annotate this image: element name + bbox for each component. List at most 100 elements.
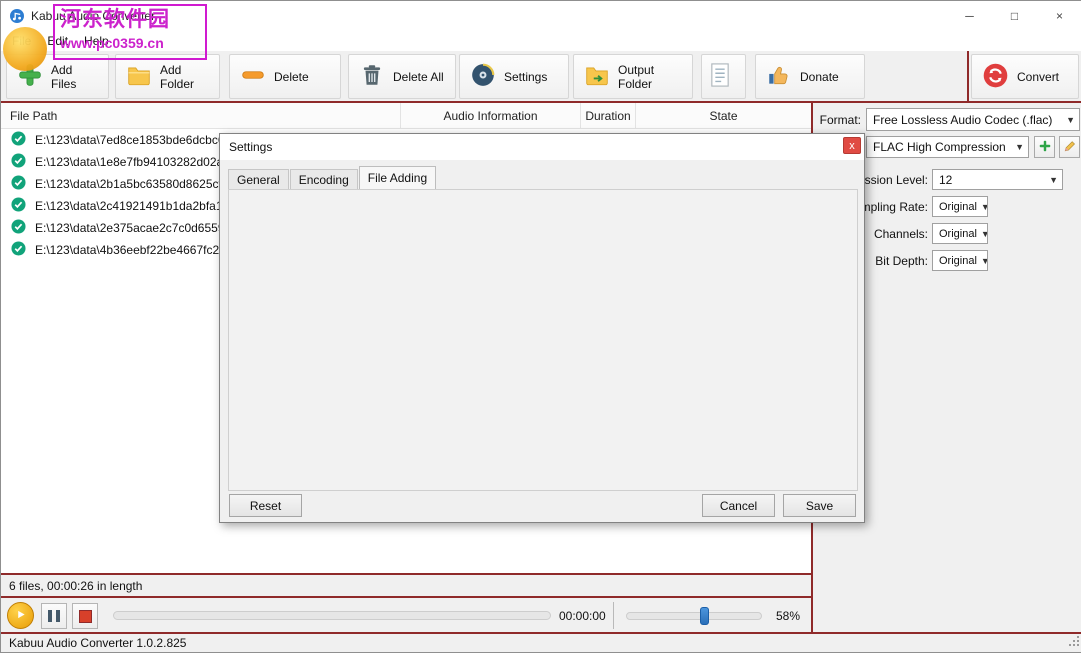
sampling-rate-select[interactable]: Original▼ [932, 196, 988, 217]
add-files-label: Add Files [51, 63, 98, 91]
blank-toolbar-button[interactable] [701, 54, 746, 99]
compression-level-select[interactable]: 12 ▼ [932, 169, 1063, 190]
menu-file[interactable]: File [4, 31, 39, 51]
column-header-file-path[interactable]: File Path [1, 103, 401, 128]
add-files-button[interactable]: Add Files [6, 54, 109, 99]
app-icon [9, 8, 25, 24]
reset-button[interactable]: Reset [229, 494, 302, 517]
file-list-summary: 6 files, 00:00:26 in length [1, 573, 811, 596]
output-folder-label: Output Folder [618, 63, 682, 91]
minimize-button[interactable]: ─ [947, 1, 992, 31]
output-folder-button[interactable]: Output Folder [573, 54, 693, 99]
file-status-ok-icon [11, 197, 26, 215]
seek-slider[interactable] [113, 611, 551, 620]
toolbar-divider [967, 51, 969, 101]
format-value: Free Lossless Audio Codec (.flac) [873, 113, 1052, 127]
cancel-button[interactable]: Cancel [702, 494, 775, 517]
title-bar: Kabuu Audio Converter ─ □ × [1, 1, 1081, 31]
format-select[interactable]: Free Lossless Audio Codec (.flac) ▼ [866, 108, 1080, 131]
resize-grip-icon[interactable] [1068, 635, 1080, 650]
playback-time: 00:00:00 [559, 609, 606, 623]
convert-icon [982, 62, 1009, 92]
donate-label: Donate [800, 70, 839, 84]
delete-button[interactable]: Delete [229, 54, 341, 99]
preset-select[interactable]: FLAC High Compression ▼ [866, 136, 1029, 158]
column-header-state[interactable]: State [636, 103, 811, 128]
file-list-header: File Path Audio Information Duration Sta… [1, 103, 811, 129]
file-path: E:\123\data\4b36eebf22be4667fc2f15 [35, 243, 236, 257]
status-bar: Kabuu Audio Converter 1.0.2.825 [1, 632, 1081, 652]
file-status-ok-icon [11, 241, 26, 259]
chevron-down-icon: ▼ [1049, 175, 1058, 185]
settings-tabs: General Encoding File Adding [228, 169, 437, 189]
file-path: E:\123\data\7ed8ce1853bde6dcbc6f7 [35, 133, 235, 147]
chevron-down-icon: ▼ [1015, 142, 1024, 152]
donate-icon [766, 62, 792, 91]
stop-button[interactable] [72, 603, 98, 629]
volume-slider[interactable] [626, 612, 762, 620]
menu-help[interactable]: Help [76, 31, 117, 51]
delete-all-label: Delete All [393, 70, 444, 84]
menu-bar: File Edit Help [1, 31, 1081, 51]
compression-level-value: 12 [939, 173, 952, 187]
delete-icon [240, 62, 266, 91]
column-header-audio-information[interactable]: Audio Information [401, 103, 581, 128]
save-button[interactable]: Save [783, 494, 856, 517]
stop-icon [79, 610, 92, 623]
file-path: E:\123\data\2c41921491b1da2bfa1eb [35, 199, 236, 213]
bit-depth-select[interactable]: Original▼ [932, 250, 988, 271]
add-folder-icon [126, 62, 152, 91]
volume-percent-label: 58% [776, 609, 800, 623]
settings-dialog-title: Settings [229, 140, 272, 154]
donate-button[interactable]: Donate [755, 54, 865, 99]
file-path: E:\123\data\1e8e7fb94103282d02a4b [35, 155, 237, 169]
plus-icon [1038, 139, 1052, 156]
play-button[interactable] [7, 602, 34, 629]
summary-text: 6 files, 00:00:26 in length [9, 579, 142, 593]
chevron-down-icon: ▼ [981, 229, 988, 239]
file-status-ok-icon [11, 219, 26, 237]
channels-select[interactable]: Original ▼ [932, 223, 988, 244]
tab-general[interactable]: General [228, 169, 289, 189]
document-icon [706, 61, 734, 92]
convert-button[interactable]: Convert [971, 54, 1079, 99]
player-divider [613, 602, 614, 629]
output-folder-icon [584, 62, 610, 91]
edit-preset-button[interactable] [1059, 136, 1080, 158]
tab-encoding[interactable]: Encoding [290, 169, 358, 189]
window-title: Kabuu Audio Converter [31, 9, 155, 23]
pause-icon [48, 610, 52, 622]
menu-edit[interactable]: Edit [39, 31, 76, 51]
file-adding-tab-page [228, 189, 858, 491]
column-header-duration[interactable]: Duration [581, 103, 636, 128]
file-status-ok-icon [11, 153, 26, 171]
preset-value: FLAC High Compression [873, 140, 1006, 154]
delete-all-button[interactable]: Delete All [348, 54, 456, 99]
add-files-icon [17, 62, 43, 91]
delete-all-icon [359, 62, 385, 91]
volume-slider-handle[interactable] [700, 607, 709, 625]
player-bar: 00:00:00 58% [1, 596, 811, 632]
add-preset-button[interactable] [1034, 136, 1055, 158]
maximize-button[interactable]: □ [992, 1, 1037, 31]
file-status-ok-icon [11, 131, 26, 149]
chevron-down-icon: ▼ [981, 256, 988, 266]
settings-button[interactable]: Settings [459, 54, 569, 99]
settings-icon [470, 62, 496, 91]
status-text: Kabuu Audio Converter 1.0.2.825 [9, 636, 186, 650]
app-window: Kabuu Audio Converter ─ □ × File Edit He… [0, 0, 1081, 653]
settings-dialog: Settings x General Encoding File Adding … [219, 133, 865, 523]
chevron-down-icon: ▼ [981, 202, 988, 212]
file-path: E:\123\data\2b1a5bc63580d8625cf24 [35, 177, 235, 191]
tab-file-adding[interactable]: File Adding [359, 166, 436, 189]
settings-dialog-close-button[interactable]: x [843, 137, 861, 154]
chevron-down-icon: ▼ [1066, 115, 1075, 125]
pause-button[interactable] [41, 603, 67, 629]
play-icon [15, 609, 26, 623]
add-folder-button[interactable]: Add Folder [115, 54, 220, 99]
close-button[interactable]: × [1037, 1, 1081, 31]
delete-label: Delete [274, 70, 309, 84]
file-status-ok-icon [11, 175, 26, 193]
channels-value: Original [939, 228, 977, 240]
settings-dialog-titlebar: Settings [220, 134, 864, 160]
